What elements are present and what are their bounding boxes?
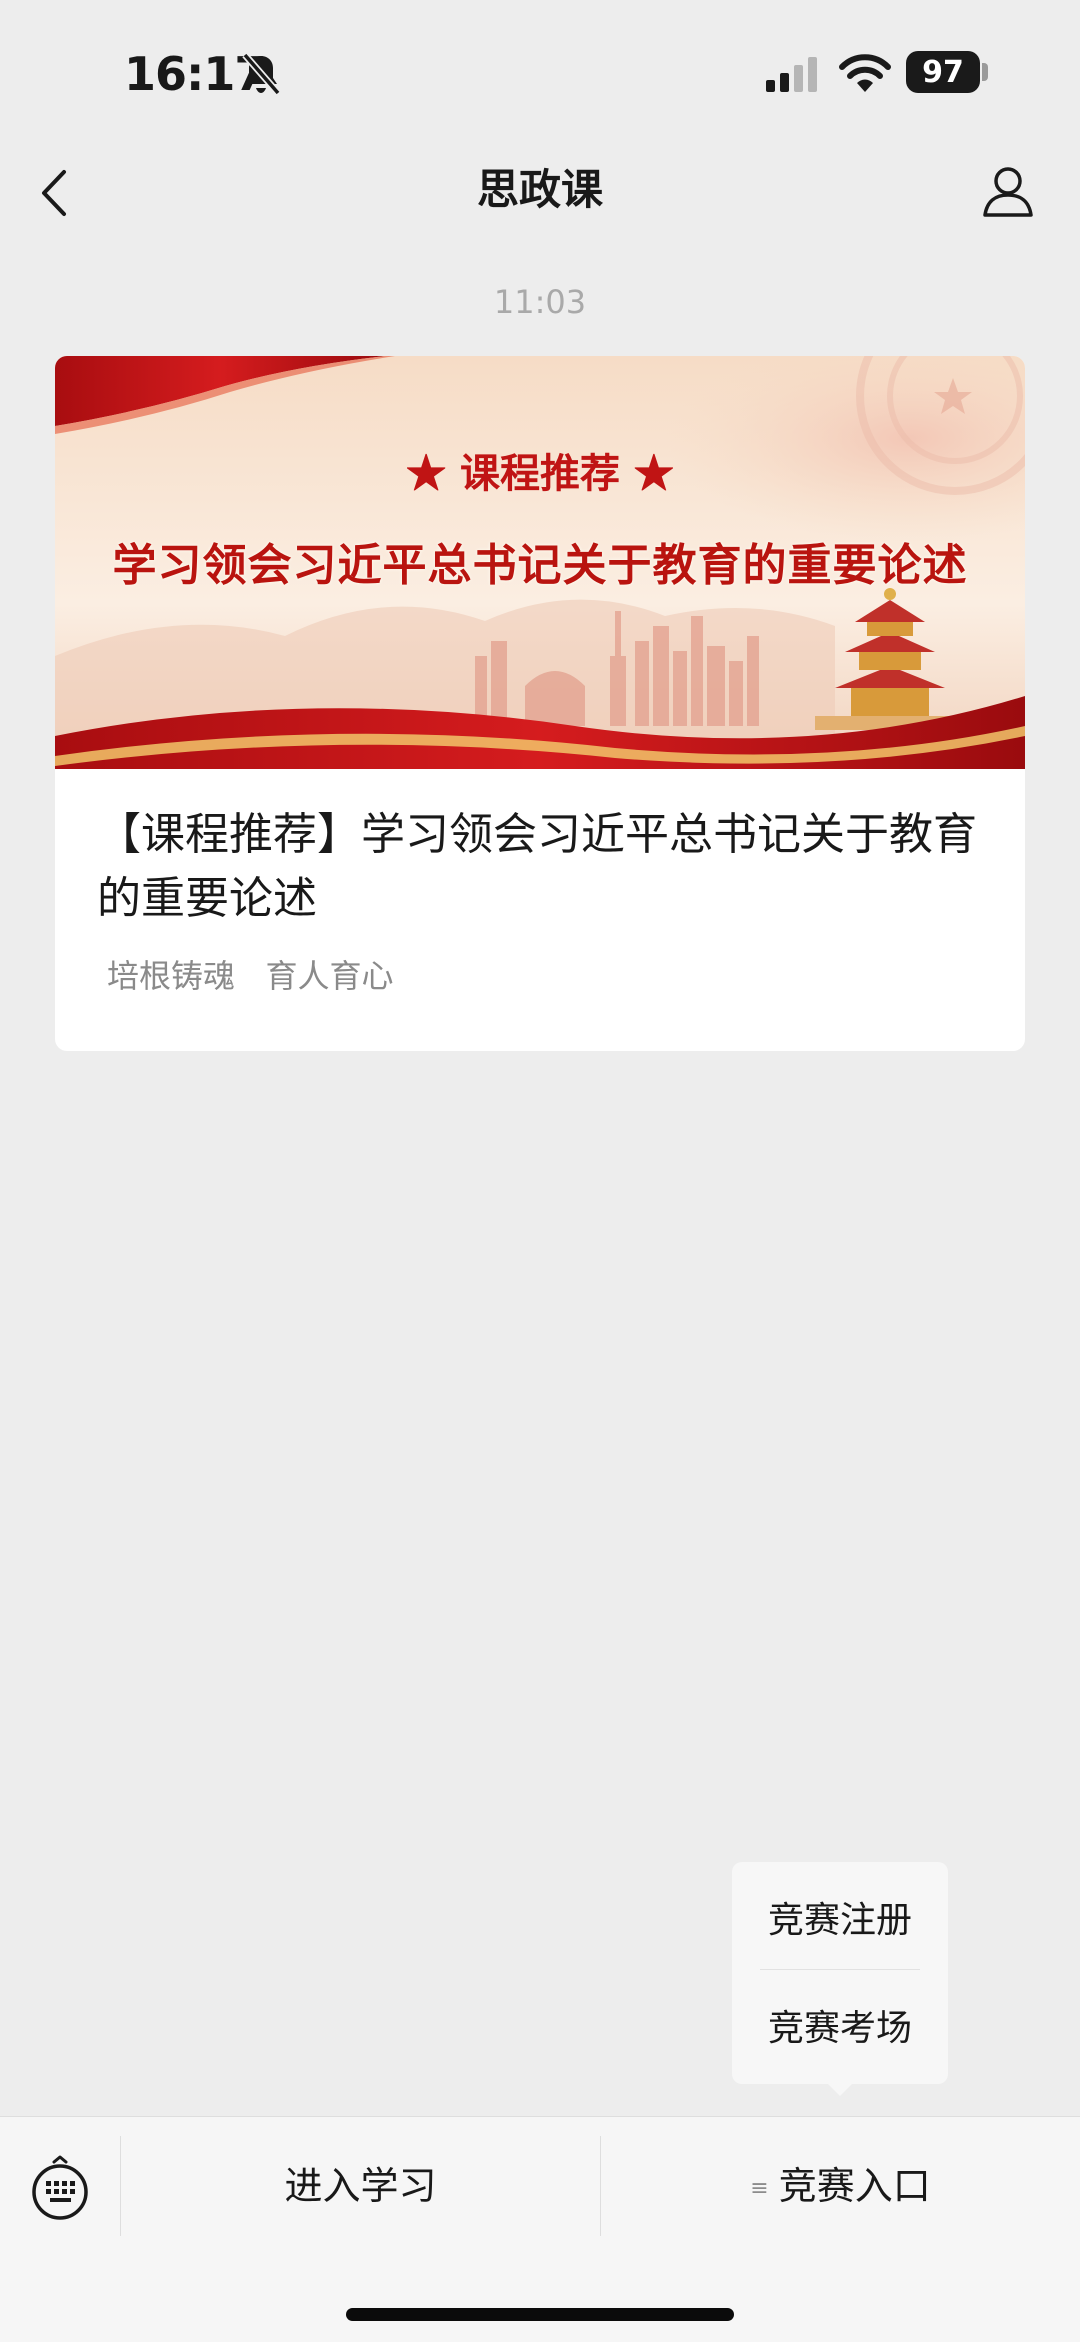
menu-contest-entry-label: 竞赛入口: [778, 2164, 931, 2208]
article-banner[interactable]: ★ 课程推荐 ★ 学习领会习近平总书记关于教育的重要论述: [55, 356, 1025, 769]
article-card[interactable]: ★ 课程推荐 ★ 学习领会习近平总书记关于教育的重要论述 【课程推荐】学习领会习…: [55, 356, 1025, 1051]
article-title[interactable]: 【课程推荐】学习领会习近平总书记关于教育的重要论述: [97, 803, 997, 931]
battery-icon: 97: [906, 51, 980, 93]
bell-slash-icon: [242, 52, 281, 96]
page-title: 思政课: [476, 165, 603, 214]
chevron-left-icon[interactable]: [36, 166, 72, 220]
submenu-divider: [760, 1969, 920, 1970]
battery-level: 97: [922, 54, 964, 90]
submenu-lines-icon: ≡: [750, 2175, 769, 2201]
chat-timestamp: 11:03: [493, 283, 587, 321]
menu-item-contest-exam[interactable]: 竞赛考场: [732, 2004, 948, 2054]
keyboard-icon[interactable]: [30, 2152, 90, 2222]
article-description: 培根铸魂 育人育心: [107, 957, 394, 995]
banner-title: 学习领会习近平总书记关于教育的重要论述: [112, 540, 968, 591]
banner-subtitle: ★ 课程推荐 ★: [406, 450, 674, 497]
person-icon[interactable]: [982, 164, 1034, 218]
menu-item-contest-register[interactable]: 竞赛注册: [732, 1896, 948, 1946]
menu-contest-entry[interactable]: ≡ 竞赛入口: [601, 2156, 1080, 2216]
submenu-arrow: [826, 2082, 854, 2096]
menu-enter-study[interactable]: 进入学习: [121, 2156, 600, 2216]
home-indicator[interactable]: [346, 2308, 734, 2321]
menu-enter-study-label: 进入学习: [284, 2164, 437, 2208]
battery-tip: [982, 63, 988, 81]
signal-icon: [766, 57, 817, 92]
contest-submenu: 竞赛注册 竞赛考场: [732, 1862, 948, 2084]
wifi-icon: [839, 54, 891, 92]
